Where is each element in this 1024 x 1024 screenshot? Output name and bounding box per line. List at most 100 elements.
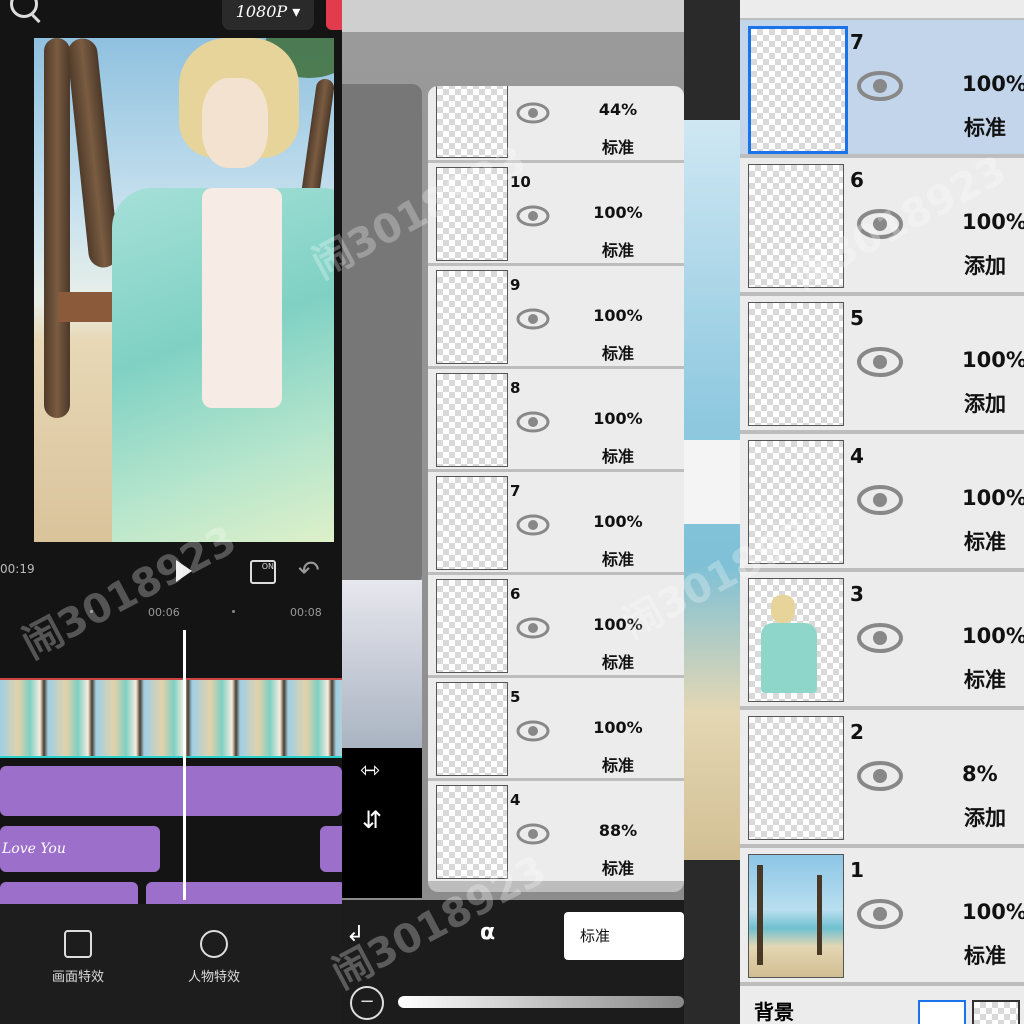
layer-opacity: 100% xyxy=(593,512,643,531)
layer-opacity: 44% xyxy=(598,100,638,119)
layer-thumbnail xyxy=(748,716,844,840)
layer-blend-mode: 标准 xyxy=(601,447,634,466)
layer-blend-mode: 标准 xyxy=(601,241,634,260)
layer-row[interactable]: 4 100% 标准 xyxy=(740,434,1024,572)
alpha-lock-icon[interactable]: α xyxy=(480,920,495,945)
eye-icon[interactable] xyxy=(516,102,550,124)
layer-list: 44% 标准 10 100% 标准 9 100% 标准 8 100% 标准 7 xyxy=(428,86,684,892)
layer-opacity: 100% xyxy=(962,210,1024,234)
eye-icon[interactable] xyxy=(516,720,550,742)
search-icon[interactable] xyxy=(10,0,38,18)
layer-thumbnail xyxy=(748,302,844,426)
layer-number: 3 xyxy=(850,582,864,606)
layer-number: 8 xyxy=(510,379,521,397)
layer-row[interactable]: 6 100% 标准 xyxy=(428,575,684,678)
clipping-icon[interactable]: ↲ xyxy=(346,922,364,947)
eye-icon[interactable] xyxy=(516,617,550,639)
eye-icon[interactable] xyxy=(856,346,904,378)
layer-number: 5 xyxy=(510,688,521,706)
current-time: 00:19 xyxy=(0,562,35,576)
layer-row[interactable]: 5 100% 添加 xyxy=(740,296,1024,434)
layer-thumbnail xyxy=(436,785,508,879)
flip-horizontal-icon[interactable]: ⇿ xyxy=(360,756,380,784)
layer-row[interactable]: 9 100% 标准 xyxy=(428,266,684,369)
background-swatch-transparent[interactable] xyxy=(972,1000,1020,1024)
layer-number: 7 xyxy=(850,30,864,54)
layer-blend-mode: 标准 xyxy=(964,944,1006,968)
thumb-figure-shirt xyxy=(761,623,817,693)
eye-icon[interactable] xyxy=(856,70,904,102)
layer-thumbnail xyxy=(436,682,508,776)
image-effect-button[interactable]: 画面特效 xyxy=(38,930,118,985)
layer-number: 10 xyxy=(510,173,531,191)
layer-opacity: 100% xyxy=(593,306,643,325)
layer-blend-mode: 标准 xyxy=(601,653,634,672)
layer-panel-small: ⇿ ⇵ 44% 标准 10 100% 标准 9 100% 标准 8 100% 标… xyxy=(342,0,684,1024)
layer-blend-mode: 添加 xyxy=(964,392,1006,416)
video-preview xyxy=(34,38,334,542)
eye-icon[interactable] xyxy=(856,208,904,240)
layer-opacity: 100% xyxy=(962,72,1024,96)
layer-row[interactable]: 1 100% 标准 xyxy=(740,848,1024,986)
canvas-preview xyxy=(342,84,422,584)
layer-opacity: 100% xyxy=(962,900,1024,924)
eye-icon[interactable] xyxy=(516,205,550,227)
opacity-slider[interactable] xyxy=(398,996,684,1008)
eye-icon[interactable] xyxy=(856,898,904,930)
flip-vertical-icon[interactable]: ⇵ xyxy=(362,806,382,834)
eye-icon[interactable] xyxy=(516,411,550,433)
eye-icon[interactable] xyxy=(856,622,904,654)
layer-opacity: 8% xyxy=(962,762,998,786)
thumb-figure-hair xyxy=(771,595,795,623)
layer-thumbnail xyxy=(436,167,508,261)
export-button[interactable] xyxy=(326,0,342,30)
effect-clip[interactable] xyxy=(0,766,342,816)
layer-blend-mode: 标准 xyxy=(964,530,1006,554)
eye-icon[interactable] xyxy=(856,760,904,792)
layer-thumbnail xyxy=(748,164,844,288)
layer-row[interactable]: 6 100% 添加 xyxy=(740,158,1024,296)
thumb-palm-trunk xyxy=(757,865,763,965)
layer-row[interactable]: 2 8% 添加 xyxy=(740,710,1024,848)
text-clip[interactable] xyxy=(320,826,342,872)
eye-icon[interactable] xyxy=(516,308,550,330)
resolution-dropdown[interactable]: 1080P ▾ xyxy=(222,0,314,30)
layer-thumbnail xyxy=(748,440,844,564)
layer-blend-mode: 添加 xyxy=(964,806,1006,830)
layer-row-selected[interactable]: 7 100% 标准 xyxy=(740,20,1024,158)
layer-number: 7 xyxy=(510,482,521,500)
layer-opacity: 100% xyxy=(962,486,1024,510)
eye-icon[interactable] xyxy=(516,514,550,536)
play-button[interactable] xyxy=(176,560,194,582)
layer-opacity: 88% xyxy=(598,821,638,840)
layer-row[interactable]: 8 100% 标准 xyxy=(428,369,684,472)
layer-opacity: 100% xyxy=(962,348,1024,372)
layer-row[interactable]: 5 100% 标准 xyxy=(428,678,684,781)
layer-row[interactable]: 44% 标准 xyxy=(428,86,684,163)
layer-number: 4 xyxy=(850,444,864,468)
blend-mode-dropdown[interactable]: 标准 xyxy=(564,912,684,960)
layer-number: 2 xyxy=(850,720,864,744)
playhead[interactable] xyxy=(183,630,186,900)
layer-row[interactable]: 7 100% 标准 xyxy=(428,472,684,575)
layer-blend-mode: 标准 xyxy=(601,859,634,878)
layer-number: 1 xyxy=(850,858,864,882)
background-row[interactable]: 背景 xyxy=(740,986,1024,1024)
track-divider xyxy=(0,756,342,758)
toggle-on-icon[interactable]: ON xyxy=(250,560,276,584)
layer-row[interactable]: 4 88% 标准 xyxy=(428,781,684,884)
video-track[interactable] xyxy=(0,678,342,756)
layer-row[interactable]: 10 100% 标准 xyxy=(428,163,684,266)
eye-icon[interactable] xyxy=(856,484,904,516)
timeline-tick: 00:08 xyxy=(290,606,322,619)
text-clip[interactable]: Love You xyxy=(0,826,160,872)
figure-inner-shirt xyxy=(202,188,282,408)
layer-row[interactable]: 3 100% 标准 xyxy=(740,572,1024,710)
face-effect-button[interactable]: 人物特效 xyxy=(174,930,254,985)
layer-row-partial[interactable] xyxy=(740,0,1024,18)
background-swatch-white[interactable] xyxy=(918,1000,966,1024)
opacity-minus-button[interactable]: − xyxy=(350,986,384,1020)
undo-icon[interactable]: ↶ xyxy=(298,556,320,586)
eye-icon[interactable] xyxy=(516,823,550,845)
palm-trunk xyxy=(44,38,70,418)
